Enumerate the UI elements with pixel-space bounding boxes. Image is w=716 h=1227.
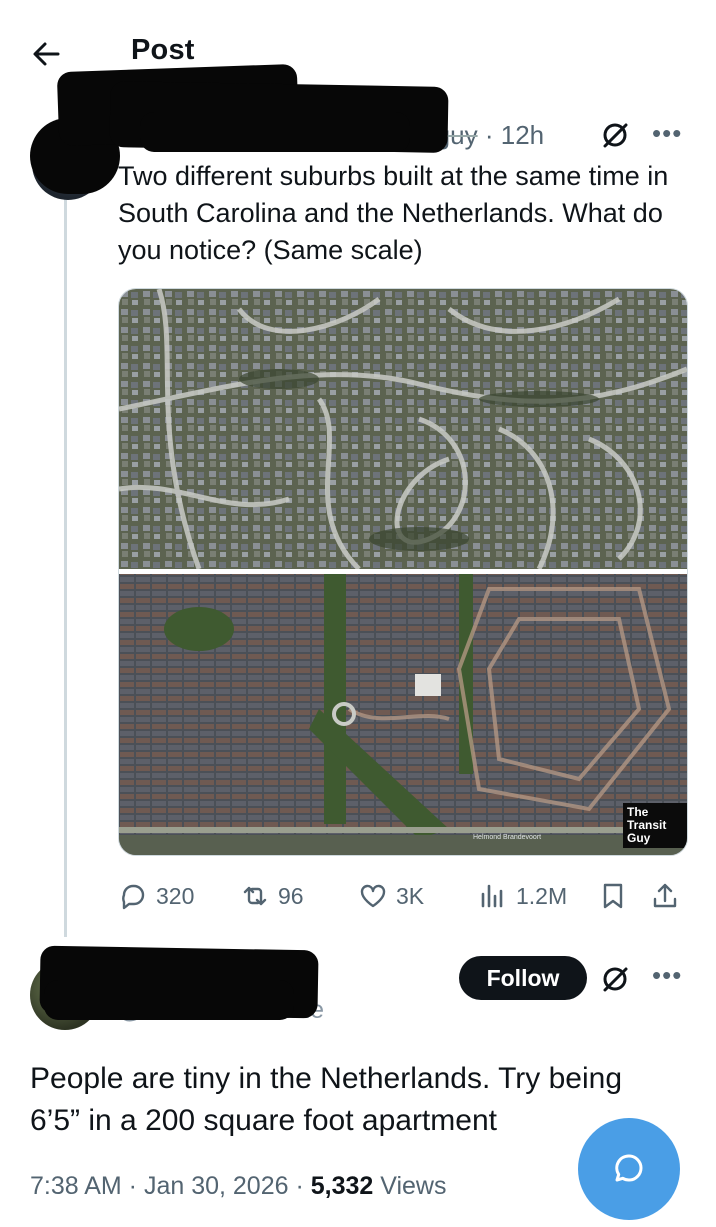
arrow-left-icon [33,42,60,66]
repost-icon [243,886,267,906]
grok-icon [603,967,628,992]
meta-separator: · [484,120,494,150]
reply-button[interactable]: 320 [118,872,194,920]
heart-icon [360,884,386,908]
like-button[interactable]: 3K [358,872,424,920]
reply-text: People are tiny in the Netherlands. Try … [30,1062,623,1137]
post-time[interactable]: 12h [501,120,544,150]
like-count: 3K [396,882,425,909]
chat-bubble-icon [615,1154,643,1182]
watermark: The Transit Guy [623,803,687,848]
follow-button[interactable]: Follow [459,956,587,1000]
post-text: Two different suburbs built at the same … [118,161,669,265]
back-button[interactable] [28,36,64,72]
reply-timestamp[interactable]: 7:38 AM · Jan 30, 2026 · [30,1172,311,1200]
reply-bubble-icon [122,884,145,910]
page-title: Post [131,34,195,66]
more-options-icon[interactable]: ••• [652,120,682,146]
map-caption: Helmond Brandevoort [473,834,542,841]
redaction-mark [44,980,294,1020]
reply-count: 320 [156,882,195,909]
share-icon [653,883,677,908]
watermark-line: Guy [627,831,651,845]
repost-count: 96 [278,882,304,909]
reply-views-count: 5,332 [310,1172,374,1200]
reply-views-label: Views [373,1172,447,1200]
analytics-bars-icon [481,884,503,908]
post-media-image[interactable]: The Transit Guy Helmond Brandevoort [118,288,688,856]
views-count: 1.2M [516,882,568,909]
grok-icon [603,123,628,148]
bookmark-button[interactable] [598,872,628,920]
grok-button[interactable] [600,120,630,155]
more-options-icon[interactable]: ••• [652,962,682,988]
redaction-mark [140,112,410,152]
aerial-comparison-image [119,289,687,855]
repost-button[interactable]: 96 [240,872,304,920]
compose-reply-fab[interactable] [578,1118,680,1220]
bookmark-icon [603,883,623,909]
grok-button[interactable] [600,964,630,999]
share-button[interactable] [650,872,680,920]
post-action-bar: 320 96 3K 1.2M [118,872,688,920]
views-button[interactable]: 1.2M [478,872,567,920]
thread-line [64,192,67,937]
reply-meta: 7:38 AM · Jan 30, 2026 · 5,332 Views [30,1172,446,1201]
